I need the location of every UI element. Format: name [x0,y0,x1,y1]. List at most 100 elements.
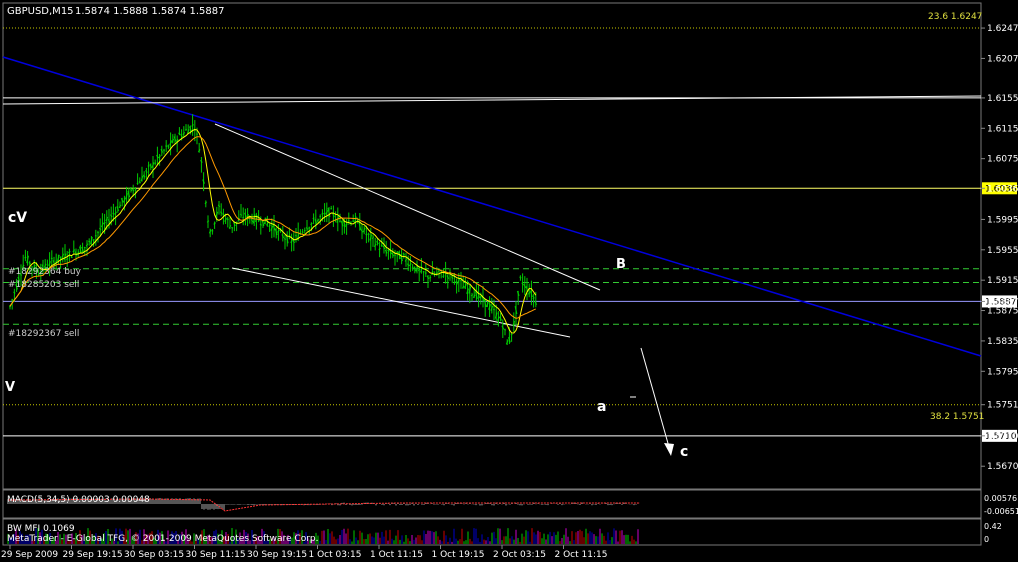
channel-upper-line [214,123,601,291]
candle-body [231,226,234,229]
y-tick-label: 1.5875 [987,307,1018,317]
candle-body [57,254,60,262]
candle-body [68,250,71,254]
candle-body [393,254,397,257]
candle-body [488,304,491,310]
order-label-sell-1: #18285203 sell [8,280,79,290]
candle-body [263,217,267,225]
candle-body [316,218,320,222]
candle-body [483,299,487,307]
candle-body [114,211,117,215]
candle-body [213,222,216,225]
candle-body [96,231,100,234]
candle-body [228,225,232,229]
candle-body [450,276,454,280]
order-label-sell-2: #18292367 sell [8,329,79,339]
candle-body [92,238,95,242]
candle-body [70,256,73,259]
candle-body [138,181,142,184]
candle-body [250,218,254,223]
candle-body [301,230,304,234]
candle-body [457,278,461,283]
wave-label-b: B [616,257,626,272]
candle-body [325,210,329,215]
candle-body [206,220,210,223]
candle-body [26,255,29,264]
candle-body [211,230,214,232]
candle-body [167,145,170,148]
y-tick-label: 1.5915 [987,276,1018,286]
y-tick-label: 1.5751 [987,401,1018,411]
order-levels [3,268,981,325]
horizontal-levels: 1.60361.58871.5710 [3,27,1017,442]
candle-body [268,224,271,228]
fib-label-382: 38.2 1.5751 [930,412,984,422]
candle-body [112,212,115,215]
candle-body [147,165,150,167]
candle-body [59,256,62,260]
candle-body [490,305,494,311]
y-tick-label: 1.6207 [987,54,1018,64]
candle-body [140,175,144,182]
candle-body [149,164,153,169]
candle-body [118,204,122,209]
candle-body [283,237,287,241]
wave-label-a: a [597,399,606,415]
footer-copyright: MetaTrader - E-Global TFG, © 2001-2009 M… [7,534,319,544]
candle-body [81,246,84,253]
x-tick-label: 2 Oct 11:15 [555,550,608,560]
wave-label-v: V [5,380,15,395]
candle-body [508,336,511,343]
candle-body [184,128,188,131]
x-tick-label: 30 Sep 11:15 [186,550,246,560]
candle-body [204,201,208,205]
chart-ohlc: 1.5874 1.5888 1.5874 1.5887 [75,6,225,17]
candle-body [154,162,157,165]
projection-arrow [630,347,674,456]
candle-body [142,174,146,178]
order-label-buy: #18292364 buy [8,267,82,277]
candle-body [259,223,262,226]
candle-body [395,251,399,254]
candle-body [244,212,247,218]
candle-body [131,188,135,192]
candle-body [50,257,53,260]
y-tick-label: 1.5710 [987,432,1018,442]
candle-body [492,308,496,311]
candle-body [468,286,472,294]
candle-body [103,221,106,225]
x-tick-label: 2 Oct 03:15 [493,550,546,560]
candle-body [195,133,199,136]
candle-body [127,191,131,198]
candle-body [510,333,513,336]
candle-body [48,261,51,267]
y-tick-label: 1.5955 [987,246,1018,256]
candle-body [61,253,65,258]
price-axis: 1.6247 1.6207 1.6155 1.6115 1.6075 1.6036 1.59… [981,24,1018,472]
candle-body [400,253,403,262]
candle-body [420,267,423,273]
candle-body [340,220,344,227]
candle-body [466,288,469,294]
candle-body [158,155,161,159]
candle-body [523,284,527,289]
candle-body [13,291,16,294]
candle-body [305,227,309,230]
candle-body [94,234,97,237]
candle-body [494,312,498,319]
candle-body [352,220,355,223]
candle-body [151,162,155,168]
mfi-tick-top: 0.42 [984,522,1002,531]
candle-body [312,217,315,220]
candle-body [98,227,102,230]
candle-body [382,245,386,250]
moving-averages [9,128,537,334]
chart-canvas[interactable]: GBPUSD,M15 1.5874 1.5888 1.5874 1.5887 1… [0,0,1018,562]
candle-body [314,219,318,224]
y-tick-label: 1.6036 [987,184,1018,194]
candle-body [376,240,379,245]
macd-tick-bottom: -0.00651 [984,507,1018,516]
candle-body [74,251,78,256]
candle-body [63,253,67,260]
candle-body [512,320,516,327]
